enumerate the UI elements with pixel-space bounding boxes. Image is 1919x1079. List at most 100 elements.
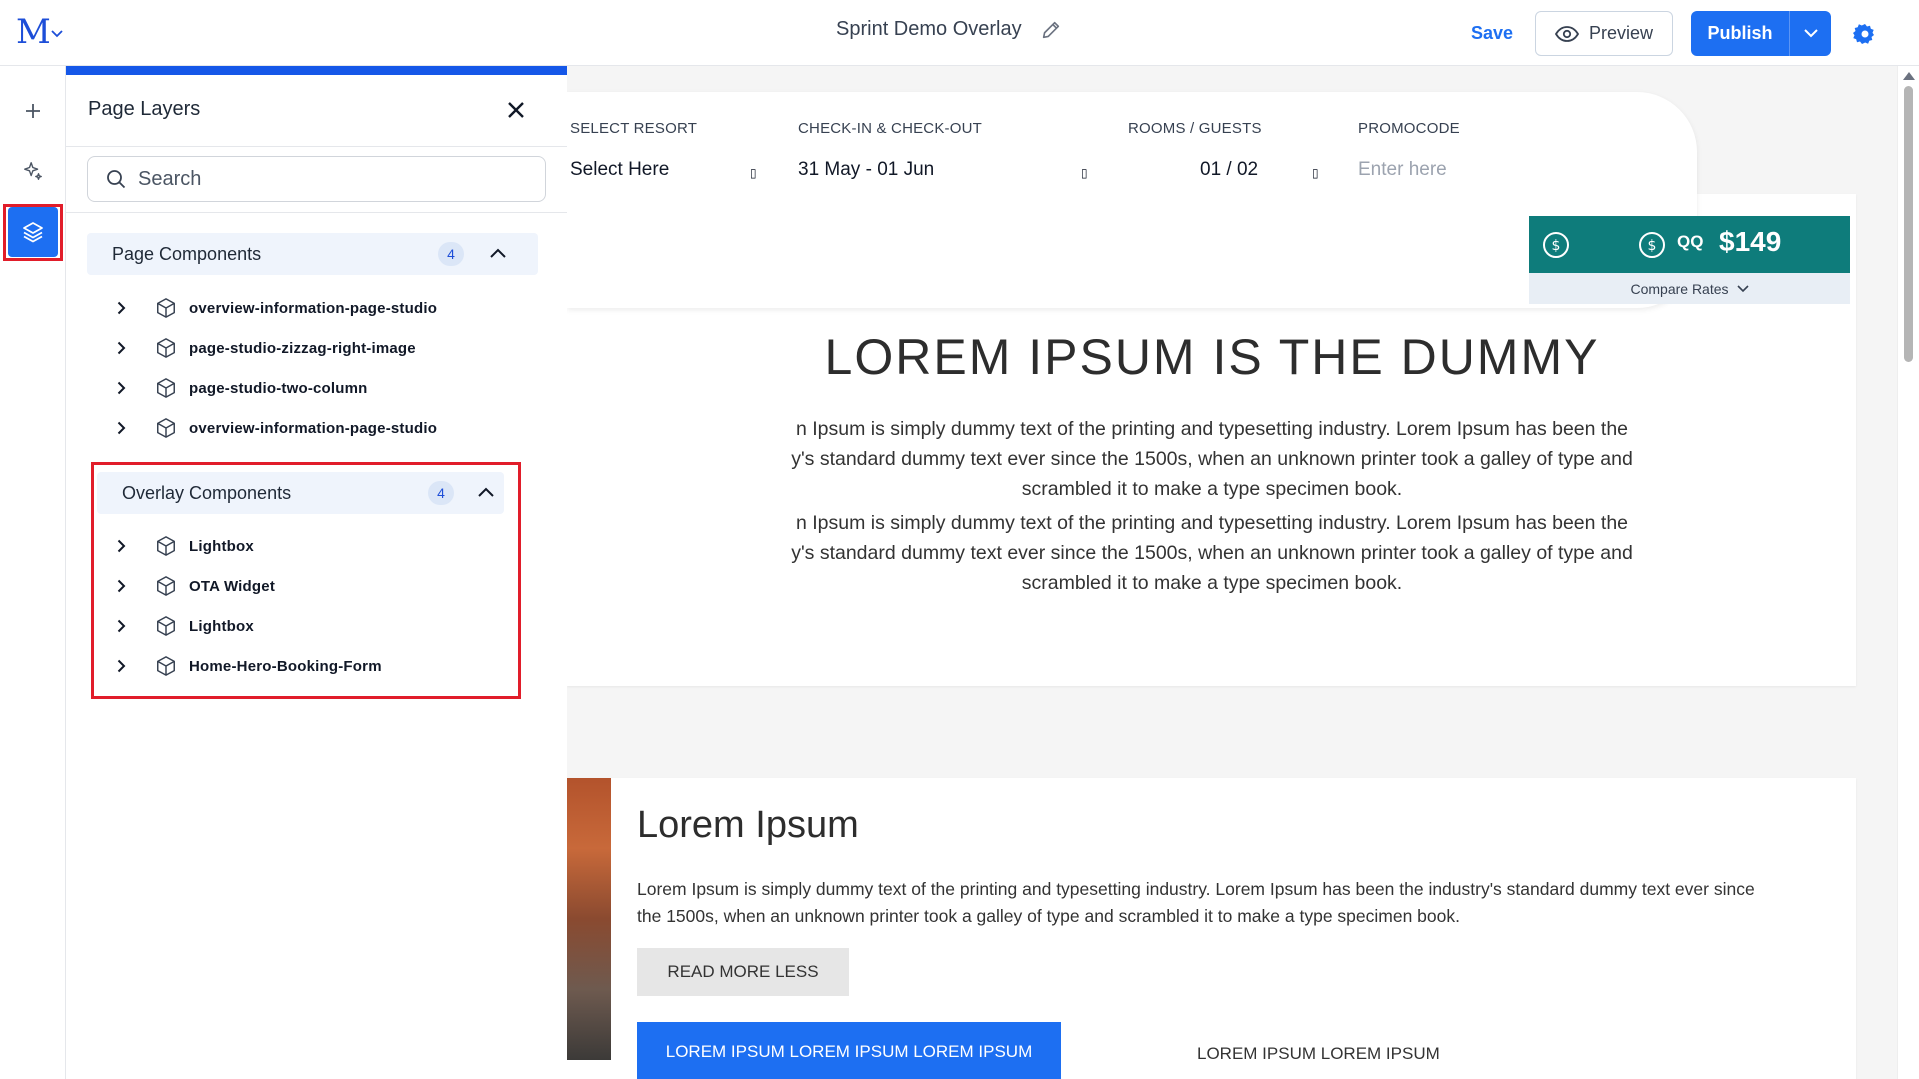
- dollar-circle-icon: $: [1543, 232, 1569, 258]
- promocode-input[interactable]: Enter here: [1358, 159, 1460, 181]
- ota-widget[interactable]: $ $ QQ $149 Compare Rates: [1529, 216, 1850, 304]
- preview-button[interactable]: Preview: [1535, 11, 1673, 56]
- rooms-guests-field[interactable]: ROOMS / GUESTS 01 / 02: [1128, 120, 1262, 181]
- layer-item-label: page-studio-zizzag-right-image: [189, 339, 416, 357]
- close-icon: [508, 102, 524, 118]
- svg-text:$: $: [1552, 238, 1561, 254]
- cube-icon: [149, 297, 183, 319]
- group-label: Page Components: [112, 243, 262, 264]
- select-resort-field[interactable]: SELECT RESORT Select Here: [570, 120, 697, 181]
- canvas-scrollbar[interactable]: [1897, 66, 1919, 1079]
- expand-toggle[interactable]: [117, 301, 139, 315]
- chevron-down-icon: [51, 30, 63, 38]
- paragraph-line: y's standard dummy text ever since the 1…: [791, 542, 1633, 564]
- chevron-down-icon: [1803, 29, 1818, 38]
- publish-options-button[interactable]: [1789, 11, 1831, 56]
- field-value: 01 / 02: [1200, 159, 1259, 180]
- layer-item[interactable]: overview-information-page-studio: [117, 295, 437, 321]
- pencil-icon[interactable]: [1040, 19, 1062, 41]
- field-label: CHECK-IN & CHECK-OUT: [798, 120, 983, 137]
- dropdown-glyph-icon: ▯: [750, 166, 757, 180]
- guests-glyph-icon: ▯: [1312, 166, 1319, 180]
- panel-divider: [66, 146, 567, 147]
- panel-title: Page Layers: [88, 98, 201, 120]
- expand-toggle[interactable]: [117, 341, 139, 355]
- chevron-up-icon: [490, 248, 506, 258]
- field-value: Select Here: [570, 159, 670, 180]
- document-title: Sprint Demo Overlay: [836, 18, 1022, 40]
- overlay-components-highlight-box: [91, 462, 521, 699]
- preview-label: Preview: [1588, 23, 1654, 43]
- search-icon: [107, 170, 126, 189]
- field-label: PROMOCODE: [1358, 120, 1460, 137]
- paragraph-line: n Ipsum is simply dummy text of the prin…: [795, 418, 1629, 440]
- section-paragraph: n Ipsum is simply dummy text of the prin…: [567, 414, 1877, 504]
- booking-form-widget[interactable]: SELECT RESORT Select Here ▯ CHECK-IN & C…: [567, 92, 1697, 308]
- dollar-circle-icon: $: [1639, 232, 1665, 258]
- layer-item-label: overview-information-page-studio: [189, 419, 438, 437]
- secondary-cta-link[interactable]: LOREM IPSUM LOREM IPSUM: [1197, 1044, 1440, 1064]
- ota-price: $149: [1719, 226, 1782, 257]
- app-logo[interactable]: M: [16, 15, 64, 49]
- eye-icon: [1554, 25, 1579, 42]
- chevron-right-icon: [117, 421, 126, 435]
- cube-icon: [149, 337, 183, 359]
- ota-provider-name: QQ: [1677, 232, 1704, 251]
- section-title: Lorem Ipsum: [637, 804, 859, 846]
- page-canvas: SELECT RESORT Select Here ▯ CHECK-IN & C…: [567, 66, 1897, 1079]
- field-label: SELECT RESORT: [570, 120, 698, 137]
- layer-item[interactable]: overview-information-page-studio: [117, 415, 437, 441]
- paragraph-line: scrambled it to make a type specimen boo…: [1021, 478, 1403, 500]
- collapse-toggle[interactable]: [488, 243, 508, 263]
- paragraph-line: y's standard dummy text ever since the 1…: [791, 448, 1633, 470]
- chevron-down-icon: [1736, 284, 1749, 292]
- layer-item-label: page-studio-two-column: [189, 379, 368, 397]
- section-text: Lorem Ipsum is simply dummy text of the …: [637, 879, 1755, 926]
- panel-accent-bar: [66, 66, 567, 75]
- gear-icon: [1853, 23, 1874, 44]
- compare-rates-toggle[interactable]: Compare Rates: [1529, 273, 1850, 304]
- add-component-button[interactable]: [8, 86, 58, 136]
- plus-icon: [26, 104, 40, 118]
- layer-item[interactable]: page-studio-two-column: [117, 375, 368, 401]
- paragraph-line: scrambled it to make a type specimen boo…: [1021, 572, 1403, 594]
- compare-rates-label: Compare Rates: [1630, 280, 1729, 297]
- section-paragraph: n Ipsum is simply dummy text of the prin…: [567, 508, 1877, 598]
- publish-button[interactable]: Publish: [1691, 11, 1789, 56]
- ota-rate-bar: $ $ QQ $149: [1529, 216, 1850, 273]
- close-panel-button[interactable]: [502, 96, 530, 124]
- read-more-button[interactable]: READ MORE LESS: [637, 948, 849, 996]
- cube-icon: [149, 377, 183, 399]
- scrollbar-thumb[interactable]: [1904, 86, 1913, 362]
- chevron-right-icon: [117, 301, 126, 315]
- panel-divider: [66, 212, 567, 213]
- layer-item-label: overview-information-page-studio: [189, 299, 438, 317]
- chevron-right-icon: [117, 381, 126, 395]
- zigzag-section-card[interactable]: Lorem Ipsum Lorem Ipsum is simply dummy …: [567, 778, 1856, 1079]
- section-image: [567, 778, 611, 1060]
- settings-button[interactable]: [1851, 20, 1879, 48]
- expand-toggle[interactable]: [117, 421, 139, 435]
- paragraph-line: n Ipsum is simply dummy text of the prin…: [795, 512, 1629, 534]
- calendar-glyph-icon: ▯: [1081, 166, 1088, 180]
- ai-assist-button[interactable]: [8, 146, 58, 196]
- svg-text:$: $: [1648, 238, 1657, 254]
- field-value: 31 May - 01 Jun: [798, 159, 935, 180]
- expand-toggle[interactable]: [117, 381, 139, 395]
- rail-highlight-box: [3, 204, 63, 261]
- scroll-up-arrow-icon[interactable]: [1903, 72, 1915, 80]
- dates-field[interactable]: CHECK-IN & CHECK-OUT 31 May - 01 Jun: [798, 120, 982, 181]
- document-title-area: Sprint Demo Overlay: [836, 18, 1062, 41]
- search-input[interactable]: [138, 167, 518, 191]
- chevron-right-icon: [117, 341, 126, 355]
- save-button[interactable]: Save: [1471, 23, 1513, 44]
- sparkle-icon: [24, 162, 42, 180]
- primary-cta-button[interactable]: LOREM IPSUM LOREM IPSUM LOREM IPSUM: [637, 1022, 1061, 1079]
- layers-search-field[interactable]: [87, 156, 546, 202]
- promocode-field[interactable]: PROMOCODE Enter here: [1358, 120, 1460, 181]
- page-components-group-header[interactable]: Page Components 4: [87, 233, 538, 275]
- top-actions: Save Preview Publish: [1471, 11, 1879, 56]
- layer-item[interactable]: page-studio-zizzag-right-image: [117, 335, 416, 361]
- left-rail: [0, 66, 66, 1079]
- cube-icon: [149, 417, 183, 439]
